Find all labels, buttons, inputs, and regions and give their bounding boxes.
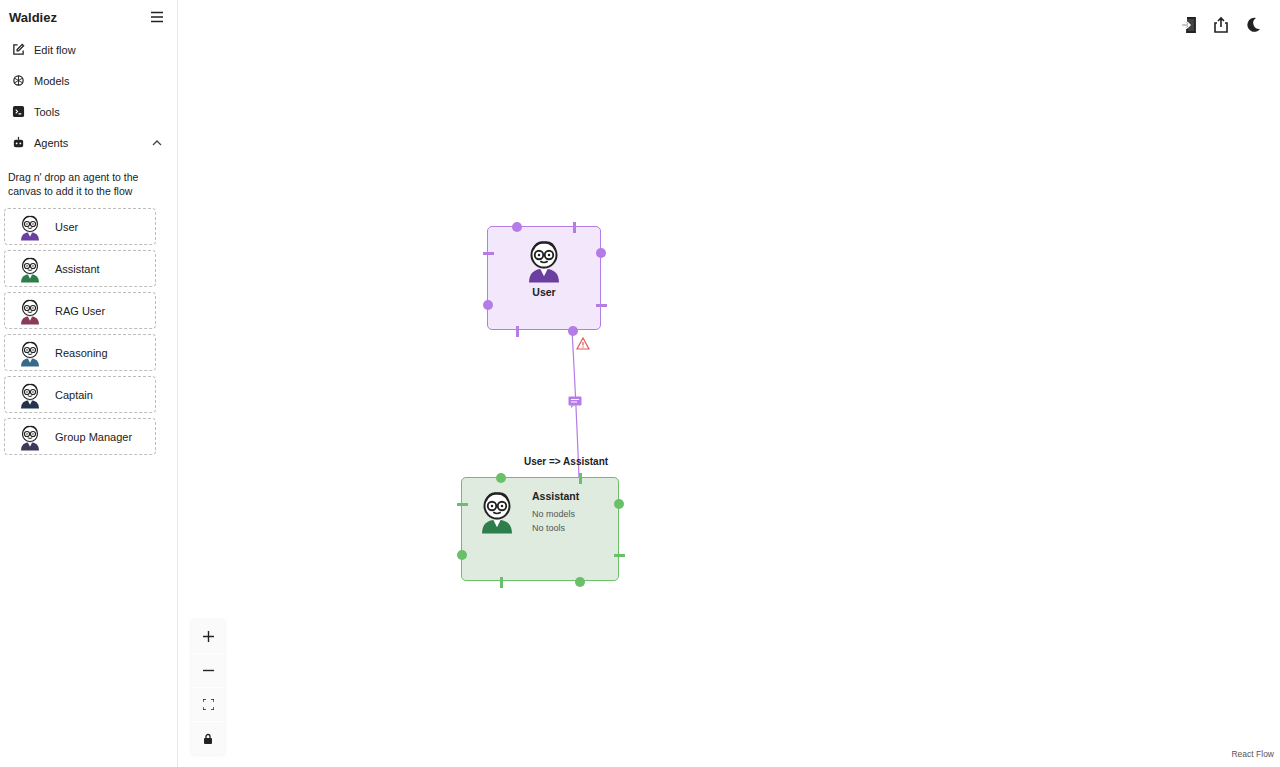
handle-bar[interactable] [579,473,582,484]
agent-label: Assistant [55,263,100,275]
agent-card[interactable]: Group Manager [4,418,156,455]
sidebar-item-label: Edit flow [34,44,168,56]
agent-card[interactable]: Reasoning [4,334,156,371]
top-actions [1180,16,1262,34]
handle-dot[interactable] [483,300,493,310]
agent-node[interactable]: User [487,226,601,330]
handle-bar[interactable] [614,554,625,557]
lock-button[interactable] [191,722,225,755]
app: Waldiez Edit flow Models Tools Agents Dr… [0,0,1280,767]
node-body: User [488,227,600,303]
assistant-avatar-icon [472,486,522,536]
message-icon[interactable] [568,396,582,408]
zoom-controls [191,620,225,755]
handle-bar[interactable] [500,577,503,588]
chevron-up-icon[interactable] [152,140,162,146]
zoom-in-button[interactable] [191,620,225,653]
node-detail: No models [532,507,579,521]
agent-card[interactable]: RAG User [4,292,156,329]
node-body: Assistant No modelsNo tools [462,478,618,536]
node-name: Assistant [532,490,579,502]
moon-icon[interactable] [1244,16,1262,34]
agent-avatar-icon [15,422,45,452]
lock-icon [203,733,213,744]
sidebar-nav: Edit flow Models Tools Agents [4,34,173,158]
agent-label: Group Manager [55,431,132,443]
sidebar-header: Waldiez [4,0,173,34]
node-detail: No tools [532,521,579,535]
fit-icon [203,699,214,710]
sidebar-item[interactable]: Edit flow [4,34,173,65]
agent-card[interactable]: Captain [4,376,156,413]
sidebar-item-label: Models [34,75,168,87]
handle-dot[interactable] [596,248,606,258]
edge-label: User => Assistant [524,456,608,467]
node-name: User [532,286,555,298]
agent-label: RAG User [55,305,105,317]
handle-bar[interactable] [483,252,494,255]
app-title: Waldiez [9,10,57,25]
agent-avatar-icon [15,338,45,368]
agent-label: Captain [55,389,93,401]
handle-dot[interactable] [496,473,506,483]
agent-list: User Assistant RAG User Reasoning Captai… [4,208,173,455]
sidebar-item-label: Tools [34,106,168,118]
agent-avatar-icon [15,254,45,284]
edge-layer [178,0,1280,767]
agent-node[interactable]: Assistant No modelsNo tools [461,477,619,581]
zoom-out-button[interactable] [191,654,225,687]
attribution[interactable]: React Flow [1231,749,1274,759]
menu-icon[interactable] [150,11,164,23]
fit-view-button[interactable] [191,688,225,721]
agent-label: User [55,221,78,233]
robot-icon [12,136,25,149]
agent-avatar-icon [15,212,45,242]
plus-icon [203,631,214,642]
sidebar-item[interactable]: Tools [4,96,173,127]
agent-avatar-icon [15,296,45,326]
minus-icon [203,665,214,676]
node-info: Assistant No modelsNo tools [532,486,579,535]
model-icon [12,74,25,87]
agent-card[interactable]: Assistant [4,250,156,287]
sidebar-item[interactable]: Models [4,65,173,96]
handle-dot[interactable] [457,550,467,560]
agents-hint: Drag n' drop an agent to the canvas to a… [8,170,158,198]
handle-bar[interactable] [516,326,519,337]
handle-bar[interactable] [596,304,607,307]
export-icon[interactable] [1212,16,1230,34]
handle-dot[interactable] [568,326,578,336]
edit-icon [12,43,25,56]
flow-canvas[interactable]: User => Assistant User Assistant No mode… [178,0,1280,767]
handle-bar[interactable] [573,222,576,233]
agent-card[interactable]: User [4,208,156,245]
sidebar-item-label: Agents [34,137,143,149]
handle-dot[interactable] [512,222,522,232]
handle-bar[interactable] [457,503,468,506]
handle-dot[interactable] [614,499,624,509]
import-icon[interactable] [1180,16,1198,34]
handle-dot[interactable] [575,577,585,587]
sidebar: Waldiez Edit flow Models Tools Agents Dr… [0,0,178,767]
terminal-icon [12,105,25,118]
agent-avatar-icon [15,380,45,410]
user-avatar-icon [519,235,569,285]
sidebar-item[interactable]: Agents [4,127,173,158]
warning-icon[interactable] [576,337,590,350]
agent-label: Reasoning [55,347,108,359]
